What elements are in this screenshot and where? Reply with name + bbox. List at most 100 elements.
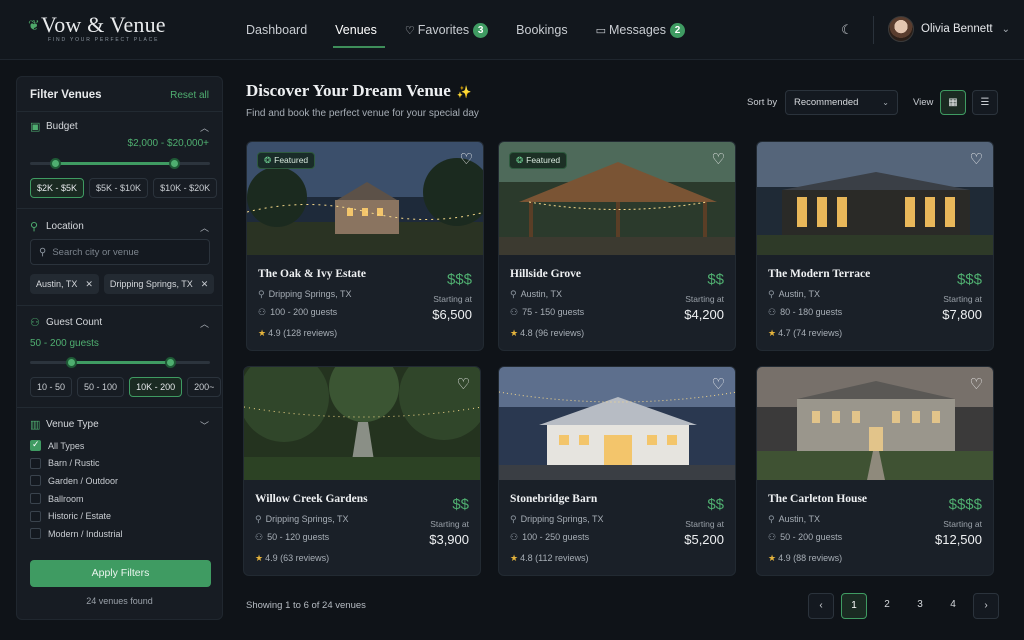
checkbox-checked[interactable]: [30, 439, 41, 452]
filter-sidebar: Filter Venues Reset all ▣ Budget ︿ $2,000…: [16, 76, 223, 620]
venue-type-option[interactable]: Garden / Outdoor: [30, 472, 123, 490]
guest-chip[interactable]: 10 - 50: [30, 377, 73, 397]
budget-presets: $2K - $5K $5K - $10K $10K - $20K: [30, 178, 218, 198]
favorite-heart-icon[interactable]: ♡: [457, 375, 470, 393]
nav-favorites[interactable]: ♡ Favorites 3: [405, 0, 489, 60]
guest-chip[interactable]: 10K - 200: [129, 377, 183, 397]
page-4-button[interactable]: 4: [940, 593, 966, 619]
guest-max-handle[interactable]: [164, 357, 176, 368]
page-1-button[interactable]: 1: [841, 593, 867, 619]
venue-photo[interactable]: [757, 367, 993, 480]
venue-card[interactable]: ♡ Willow Creek Gardens ⚲ Dripping Springs, …: [243, 366, 481, 576]
page-2-button[interactable]: 2: [874, 593, 900, 619]
location-pin-icon: ⚲: [768, 289, 775, 299]
prev-page-button[interactable]: ‹: [808, 593, 834, 619]
venue-card[interactable]: ♡ Stonebridge Barn ⚲ Dripping Springs, TX ⚇ 1…: [498, 366, 736, 576]
price-tier: $$$$: [948, 496, 982, 513]
budget-min-handle[interactable]: [49, 158, 61, 169]
guest-count-section-header[interactable]: ⚇ Guest Count: [30, 316, 102, 329]
budget-chip[interactable]: $2K - $5K: [30, 178, 85, 198]
budget-chip[interactable]: $10K - $20K: [153, 178, 218, 198]
budget-chip[interactable]: $5K - $10K: [89, 178, 149, 198]
chevron-right-icon: ›: [984, 600, 988, 611]
budget-section-header[interactable]: ▣ Budget: [30, 120, 78, 133]
checkbox[interactable]: [30, 475, 41, 487]
users-icon: ⚇: [258, 307, 267, 317]
venue-name[interactable]: The Modern Terrace: [768, 268, 870, 280]
location-pin-icon: ⚲: [510, 289, 517, 299]
venue-type-option[interactable]: Historic / Estate: [30, 507, 123, 525]
favorite-heart-icon[interactable]: ♡: [460, 150, 473, 168]
brand-logo[interactable]: ❦Vow & Venue FIND YOUR PERFECT PLACE: [28, 12, 166, 43]
venue-card[interactable]: ♡ The Modern Terrace ⚲ Austin, TX ⚇ 80 - 180 …: [756, 141, 994, 351]
user-name: Olivia Bennett: [921, 23, 993, 35]
venue-name[interactable]: The Carleton House: [768, 493, 867, 505]
guest-presets: 10 - 50 50 - 100 10K - 200 200~: [30, 377, 222, 397]
guest-slider[interactable]: [30, 357, 210, 368]
star-icon: ★: [510, 553, 519, 563]
chevron-down-icon[interactable]: ﹀: [200, 419, 209, 432]
location-search: ⚲: [30, 239, 210, 265]
checkbox[interactable]: [30, 510, 41, 522]
venue-photo[interactable]: [499, 367, 735, 480]
favorite-heart-icon[interactable]: ♡: [970, 150, 983, 168]
venue-type-option[interactable]: Modern / Industrial: [30, 525, 123, 543]
sort-select[interactable]: Recommended ⌄: [785, 90, 898, 115]
starting-at-label: Starting at: [685, 294, 724, 304]
page-3-button[interactable]: 3: [907, 593, 933, 619]
users-icon: ⚇: [510, 307, 519, 317]
close-icon[interactable]: ✕: [85, 279, 93, 289]
guest-min-handle[interactable]: [65, 357, 77, 368]
guest-chip[interactable]: 50 - 100: [77, 377, 125, 397]
favorite-heart-icon[interactable]: ♡: [712, 375, 725, 393]
venue-type-section-header[interactable]: ▥ Venue Type: [30, 418, 99, 431]
venue-card[interactable]: ❂ Featured ♡ Hillside Grove ⚲ Austin, TX ⚇ 75 -…: [498, 141, 736, 351]
venue-price: $7,800: [942, 307, 982, 322]
venue-photo[interactable]: [757, 142, 993, 255]
checkbox[interactable]: [30, 493, 41, 505]
checkbox[interactable]: [30, 457, 41, 469]
venue-name[interactable]: Stonebridge Barn: [510, 493, 597, 505]
price-tier: $$: [707, 271, 724, 288]
venue-price: $4,200: [684, 307, 724, 322]
venue-name[interactable]: The Oak & Ivy Estate: [258, 268, 366, 280]
venue-type-option[interactable]: All Types: [30, 437, 123, 455]
venue-type-option[interactable]: Ballroom: [30, 490, 123, 508]
venue-name[interactable]: Willow Creek Gardens: [255, 493, 368, 505]
venue-card[interactable]: ♡ The Carleton House ⚲ Austin, TX ⚇ 50 - 200 …: [756, 366, 994, 576]
chevron-up-icon[interactable]: ︿: [200, 221, 209, 234]
close-icon[interactable]: ✕: [201, 279, 209, 289]
venue-photo[interactable]: [244, 367, 480, 480]
location-section-header[interactable]: ⚲ Location: [30, 220, 84, 233]
nav-venues[interactable]: Venues: [333, 0, 385, 60]
budget-max-handle[interactable]: [168, 158, 180, 169]
chevron-up-icon[interactable]: ︿: [200, 317, 209, 330]
nav-bookings[interactable]: Bookings: [516, 0, 567, 60]
nav-dashboard[interactable]: Dashboard: [246, 0, 307, 60]
venue-card[interactable]: ❂ Featured ♡ The Oak & Ivy Estate ⚲ Dripping …: [246, 141, 484, 351]
guest-chip[interactable]: 200~: [187, 377, 222, 397]
favorite-heart-icon[interactable]: ♡: [970, 375, 983, 393]
price-tier: $$: [452, 496, 469, 513]
venue-rating: ★ 4.8 (96 reviews): [510, 328, 585, 338]
list-view-button[interactable]: ☰: [972, 90, 998, 115]
reset-all-link[interactable]: Reset all: [170, 90, 209, 101]
checkbox[interactable]: [30, 528, 41, 540]
star-icon: ★: [255, 553, 264, 563]
favorite-heart-icon[interactable]: ♡: [712, 150, 725, 168]
featured-badge: ❂ Featured: [509, 152, 568, 169]
nav-messages[interactable]: ▭ Messages 2: [596, 0, 685, 60]
venue-type-option[interactable]: Barn / Rustic: [30, 455, 123, 473]
grid-view-button[interactable]: ▦: [940, 90, 966, 115]
chevron-up-icon[interactable]: ︿: [200, 121, 209, 134]
chevron-down-icon: ⌄: [882, 98, 889, 107]
theme-toggle-moon-icon[interactable]: ☾: [838, 21, 856, 39]
user-menu[interactable]: Olivia Bennett ⌄: [888, 16, 1010, 42]
apply-filters-button[interactable]: Apply Filters: [30, 560, 211, 587]
next-page-button[interactable]: ›: [973, 593, 999, 619]
budget-slider[interactable]: [30, 158, 210, 169]
starting-at-label: Starting at: [943, 294, 982, 304]
nav-divider: [873, 16, 874, 44]
venue-name[interactable]: Hillside Grove: [510, 268, 581, 280]
location-search-input[interactable]: [52, 246, 203, 258]
